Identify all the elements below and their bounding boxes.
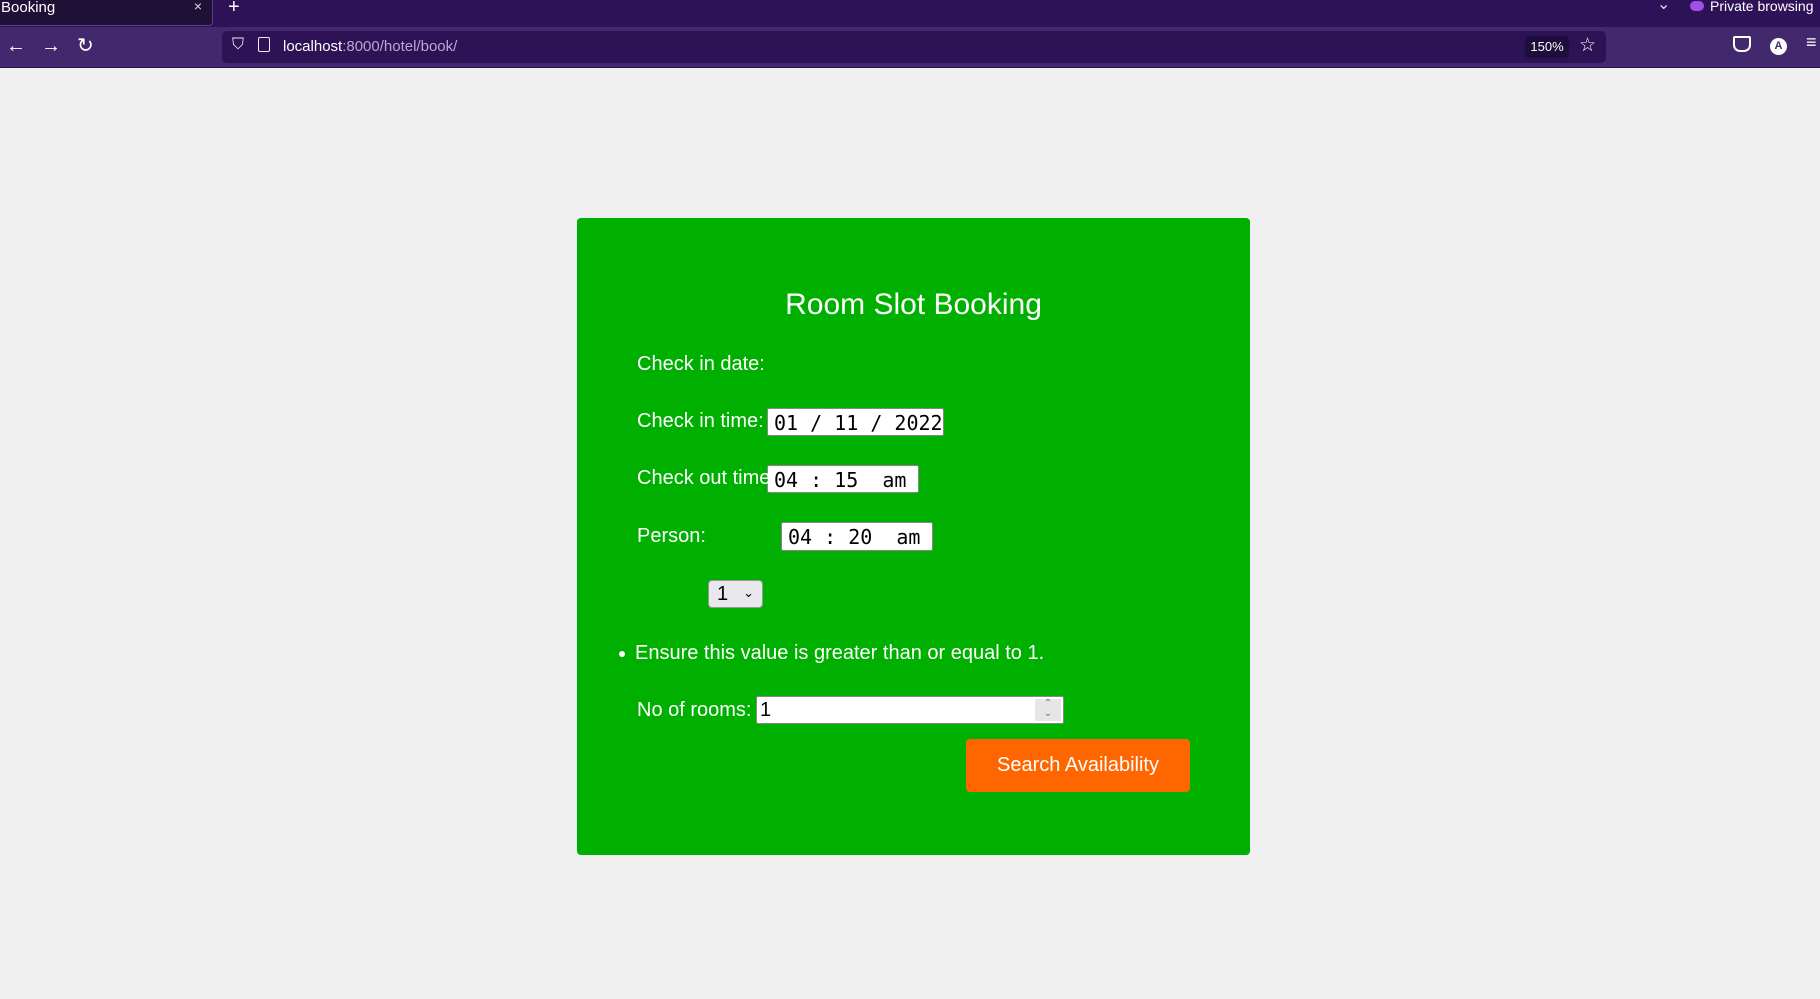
booking-card: Room Slot Booking Check in date: 01 / 11… bbox=[577, 218, 1250, 855]
page-icon bbox=[258, 37, 270, 52]
url-host: localhost bbox=[283, 38, 343, 55]
shield-icon[interactable]: ⛉ bbox=[232, 36, 244, 54]
pocket-icon[interactable] bbox=[1733, 36, 1751, 52]
browser-tab[interactable]: Booking × bbox=[0, 0, 213, 26]
check-in-date-label: Check in date: bbox=[637, 353, 765, 375]
chevron-down-icon: ⌄ bbox=[743, 585, 754, 600]
rooms-label: No of rooms: bbox=[637, 699, 752, 721]
back-icon[interactable]: ← bbox=[6, 33, 26, 59]
rooms-value: 1 bbox=[760, 699, 772, 721]
nav-toolbar: ← → ↻ ⛉ localhost:8000/hotel/book/ 150% … bbox=[0, 27, 1820, 68]
url-path: :8000/hotel/book/ bbox=[342, 38, 458, 55]
person-label: Person: bbox=[637, 525, 706, 547]
reload-icon[interactable]: ↻ bbox=[77, 33, 94, 59]
person-select[interactable]: 1 ⌄ bbox=[708, 580, 763, 608]
check-in-time-input[interactable]: 04 : 15 am bbox=[767, 465, 919, 493]
private-browsing-indicator: Private browsing bbox=[1690, 0, 1814, 14]
check-in-date-input[interactable]: 01 / 11 / 2022 bbox=[767, 408, 944, 436]
private-mask-icon bbox=[1690, 1, 1704, 11]
close-tab-icon[interactable]: × bbox=[194, 0, 202, 14]
spinner-arrows-icon[interactable]: ⌃ ⌄ bbox=[1035, 699, 1061, 721]
zoom-level-button[interactable]: 150% bbox=[1525, 36, 1569, 58]
check-out-time-input[interactable]: 04 : 20 am bbox=[781, 522, 933, 551]
account-icon[interactable]: A bbox=[1770, 38, 1787, 55]
error-message: Ensure this value is greater than or equ… bbox=[635, 642, 1045, 664]
bullet-icon bbox=[619, 650, 625, 657]
bookmark-star-icon[interactable]: ☆ bbox=[1579, 34, 1596, 57]
page-title: Room Slot Booking bbox=[785, 288, 1042, 321]
search-availability-button[interactable]: Search Availability bbox=[966, 739, 1190, 792]
tab-bar: Booking × + ⌄ Private browsing bbox=[0, 0, 1820, 27]
url-text[interactable]: localhost:8000/hotel/book/ bbox=[283, 38, 457, 55]
new-tab-icon[interactable]: + bbox=[228, 0, 240, 19]
error-list-item: Ensure this value is greater than or equ… bbox=[619, 641, 1044, 665]
rooms-number-input[interactable]: 1 ⌃ ⌄ bbox=[756, 696, 1064, 724]
tab-title: Booking bbox=[1, 0, 56, 16]
hamburger-menu-icon[interactable]: ≡ bbox=[1806, 32, 1817, 53]
check-out-time-label: Check out time: bbox=[637, 467, 776, 489]
check-in-time-label: Check in time: bbox=[637, 410, 764, 432]
private-browsing-label: Private browsing bbox=[1710, 0, 1814, 14]
forward-icon[interactable]: → bbox=[41, 33, 61, 59]
person-selected-value: 1 bbox=[717, 583, 729, 605]
address-bar[interactable]: ⛉ localhost:8000/hotel/book/ 150% ☆ bbox=[222, 31, 1606, 63]
list-tabs-chevron-icon[interactable]: ⌄ bbox=[1657, 0, 1670, 14]
